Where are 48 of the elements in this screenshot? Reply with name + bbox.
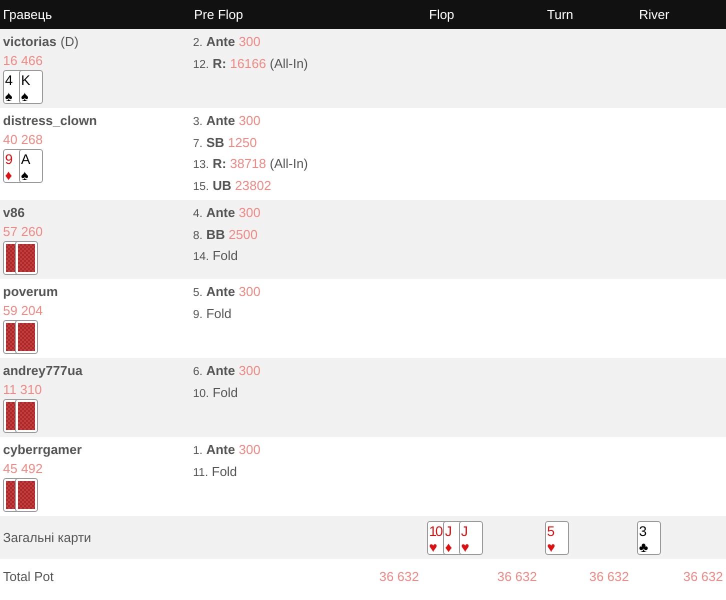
action-line: 15. UB 23802 xyxy=(193,176,272,194)
player-name: andrey777ua xyxy=(3,362,82,380)
card-back xyxy=(15,241,38,275)
column-header: Гравець xyxy=(2,7,53,22)
chip-stack: 40 268 xyxy=(3,131,44,149)
chip-stack: 45 492 xyxy=(3,460,44,478)
player-name: distress_clown xyxy=(3,112,97,130)
action-line: 2. Ante 300 xyxy=(193,33,262,51)
action-line: 8. BB 2500 xyxy=(193,226,259,244)
card-back xyxy=(15,478,38,512)
row-label: Загальні карти xyxy=(2,530,92,545)
chip-stack: 57 260 xyxy=(3,223,44,241)
action-line: 3. Ante 300 xyxy=(193,112,262,130)
column-header: Flop xyxy=(428,7,456,22)
player-name: poverum xyxy=(3,283,58,301)
chip-stack: 11 310 xyxy=(3,381,43,399)
playing-card: K ♠ xyxy=(19,70,43,104)
action-line: 14. Fold xyxy=(193,247,239,265)
action-line: 12. R: 16166 (All-In) xyxy=(193,54,310,73)
pot-amount: 36 632 xyxy=(378,568,420,584)
player-name: cyberrgamer xyxy=(3,441,82,459)
pot-amount: 36 632 xyxy=(588,568,630,584)
playing-card: 3 ♣ xyxy=(637,520,661,554)
playing-card: 5 ♥ xyxy=(545,520,569,554)
action-line: 10. Fold xyxy=(193,384,239,402)
chip-stack: 16 466 xyxy=(3,52,44,70)
playing-card: A ♠ xyxy=(19,149,43,183)
action-line: 4. Ante 300 xyxy=(193,204,262,222)
player-name: v86 xyxy=(3,204,25,222)
action-line: 5. Ante 300 xyxy=(193,283,262,301)
action-line: 1. Ante 300 xyxy=(193,441,262,459)
row-label: Total Pot xyxy=(2,568,55,584)
playing-card: J ♥ xyxy=(459,520,483,554)
pot-amount: 36 632 xyxy=(682,568,724,584)
chip-stack: 59 204 xyxy=(3,302,44,320)
pot-amount: 36 632 xyxy=(496,568,538,584)
action-line: 6. Ante 300 xyxy=(193,362,262,380)
player-name: victorias xyxy=(3,33,56,51)
column-header: Pre Flop xyxy=(193,7,244,22)
action-line: 9. Fold xyxy=(193,304,232,322)
card-back xyxy=(15,399,38,433)
action-line: 11. Fold xyxy=(193,462,238,480)
column-header: Turn xyxy=(546,7,574,22)
action-line: 7. SB 1250 xyxy=(193,134,258,152)
column-header: River xyxy=(638,7,670,22)
action-line: 13. R: 38718 (All-In) xyxy=(193,155,310,173)
card-back xyxy=(15,320,38,354)
dealer-marker: (D) xyxy=(60,33,79,51)
